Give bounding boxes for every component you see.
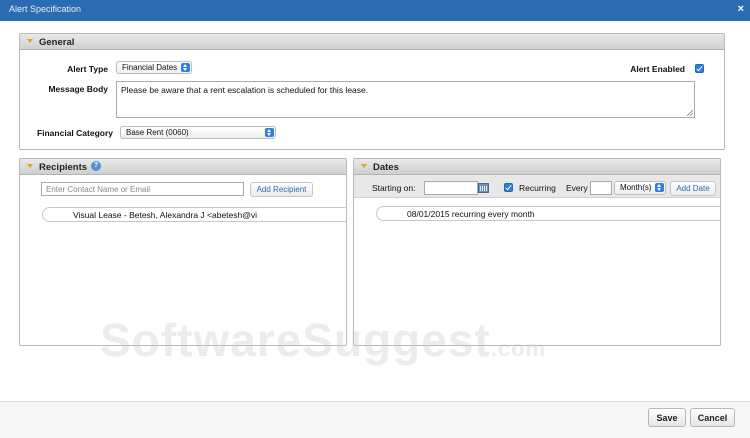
interval-unit-value: Month(s) (620, 183, 652, 192)
contact-search-input[interactable]: Enter Contact Name or Email (41, 182, 244, 196)
save-button[interactable]: Save (648, 408, 686, 427)
date-item[interactable]: 08/01/2015 recurring every month (376, 206, 720, 221)
recipients-panel-header[interactable]: Recipients (20, 159, 346, 175)
financial-category-value: Base Rent (0060) (126, 128, 189, 137)
general-panel-title: General (39, 37, 75, 48)
dialog-footer: Save Cancel (0, 401, 750, 438)
watermark-suffix: .com (490, 336, 547, 361)
add-recipient-button[interactable]: Add Recipient (250, 182, 313, 197)
resize-grip-icon[interactable] (687, 110, 693, 116)
add-date-button[interactable]: Add Date (670, 181, 716, 196)
cancel-button[interactable]: Cancel (690, 408, 735, 427)
interval-unit-select[interactable]: Month(s) (614, 181, 666, 195)
general-panel-header[interactable]: General (20, 34, 724, 50)
alert-type-value: Financial Dates (122, 63, 178, 72)
alert-type-select[interactable]: Financial Dates (116, 61, 192, 74)
close-icon[interactable]: × (738, 3, 744, 15)
every-label: Every (566, 183, 588, 193)
window-title: Alert Specification (9, 4, 82, 14)
help-icon[interactable]: ? (91, 161, 101, 171)
collapse-triangle-icon (27, 164, 33, 168)
alert-enabled-label: Alert Enabled (630, 64, 685, 74)
message-body-text: Please be aware that a rent escalation i… (121, 85, 369, 95)
financial-category-label: Financial Category (36, 128, 113, 138)
alert-type-label: Alert Type (67, 64, 108, 74)
dates-panel-header[interactable]: Dates (354, 159, 720, 175)
every-interval-input[interactable] (590, 181, 612, 195)
recipient-item[interactable]: Visual Lease - Betesh, Alexandra J <abet… (42, 207, 346, 222)
alert-enabled-checkbox[interactable] (695, 64, 704, 73)
recurring-label: Recurring (519, 183, 556, 193)
contact-search-placeholder: Enter Contact Name or Email (46, 185, 151, 194)
recurring-checkbox[interactable] (504, 183, 513, 192)
calendar-icon[interactable] (478, 183, 489, 193)
select-arrows-icon (265, 128, 274, 137)
financial-category-select[interactable]: Base Rent (0060) (120, 126, 276, 139)
collapse-triangle-icon (27, 39, 33, 43)
message-body-label: Message Body (48, 84, 108, 94)
starting-on-input[interactable] (424, 181, 478, 195)
recipients-panel-title: Recipients (39, 162, 88, 173)
select-arrows-icon (181, 63, 190, 72)
message-body-textarea[interactable]: Please be aware that a rent escalation i… (116, 81, 695, 118)
window-titlebar: Alert Specification × (0, 0, 750, 21)
select-arrows-icon (655, 183, 664, 192)
starting-on-label: Starting on: (372, 183, 416, 193)
collapse-triangle-icon (361, 164, 367, 168)
watermark: SoftwareSuggest.com (100, 313, 546, 367)
dates-panel-title: Dates (373, 162, 399, 173)
watermark-main: SoftwareSuggest (100, 314, 491, 366)
